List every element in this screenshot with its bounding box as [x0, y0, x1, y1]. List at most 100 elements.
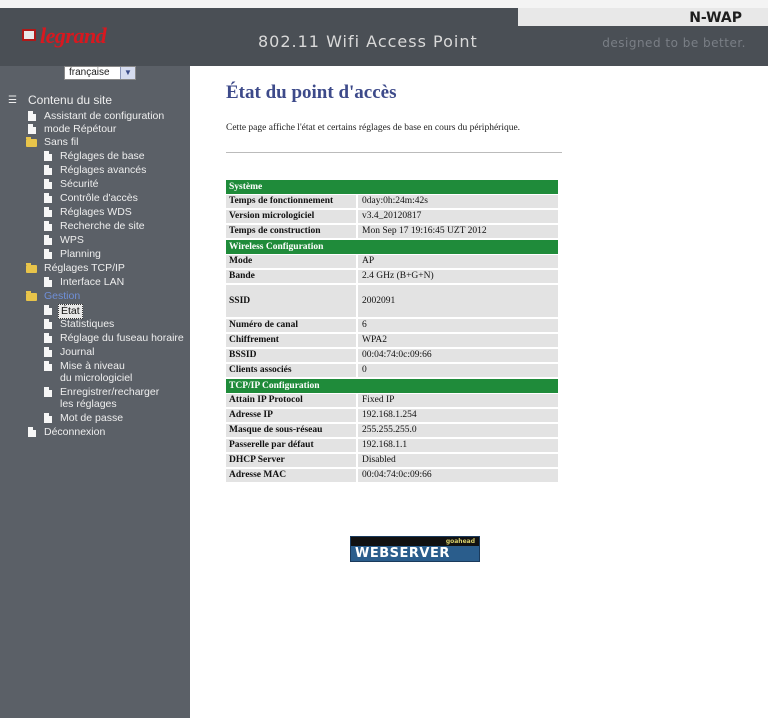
row-label: Temps de fonctionnement [226, 195, 356, 208]
folder-icon [26, 263, 37, 273]
row-label: Numéro de canal [226, 319, 356, 332]
doc-icon [44, 305, 52, 315]
row-value: 00:04:74:0c:09:66 [358, 469, 558, 482]
nav-item-label: Sécurité [60, 178, 99, 190]
doc-icon [28, 124, 36, 134]
row-value: Disabled [358, 454, 558, 467]
nav-item-label: mode Répétour [44, 123, 117, 135]
nav-item-label: du micrologiciel [60, 372, 133, 384]
doc-icon [44, 387, 52, 397]
row-value: 6 [358, 319, 558, 332]
row-value: 0day:0h:24m:42s [358, 195, 558, 208]
table-row: Version micrologiciel v3.4_20120817 [226, 210, 558, 223]
nav-item-label: Réglages de base [60, 150, 145, 162]
doc-icon [44, 165, 52, 175]
language-select-value: française [69, 67, 110, 78]
webserver-badge[interactable]: goahead WEBSERVER [350, 536, 480, 562]
nav-item-label: Réglages WDS [60, 206, 132, 218]
nav-item-label: les réglages [60, 398, 117, 410]
doc-icon [44, 319, 52, 329]
table-row: DHCP Server Disabled [226, 454, 558, 467]
divider [226, 152, 562, 153]
brand-name: legrand [40, 23, 107, 48]
row-value: AP [358, 255, 558, 268]
table-row: Masque de sous-réseau 255.255.255.0 [226, 424, 558, 437]
list-icon: ☰ [8, 95, 17, 106]
section-header-tcpip: TCP/IP Configuration [226, 379, 558, 393]
row-label: Adresse IP [226, 409, 356, 422]
doc-icon [44, 249, 52, 259]
row-label: Chiffrement [226, 334, 356, 347]
nav-item-label: Réglages avancés [60, 164, 147, 176]
doc-icon [44, 333, 52, 343]
row-value: 2.4 GHz (B+G+N) [358, 270, 558, 283]
row-value: 0 [358, 364, 558, 377]
row-value: Fixed IP [358, 394, 558, 407]
table-row: Attain IP Protocol Fixed IP [226, 394, 558, 407]
row-label: Passerelle par défaut [226, 439, 356, 452]
table-row: Passerelle par défaut 192.168.1.1 [226, 439, 558, 452]
section-header-system: Système [226, 180, 558, 194]
main-content: État du point d'accès Cette page affiche… [190, 66, 768, 718]
doc-icon [44, 413, 52, 423]
nav-item-label: Déconnexion [44, 426, 106, 438]
row-label: Clients associés [226, 364, 356, 377]
doc-icon [44, 193, 52, 203]
table-row: Temps de construction Mon Sep 17 19:16:4… [226, 225, 558, 238]
section-header-wireless: Wireless Configuration [226, 240, 558, 254]
doc-icon [28, 111, 36, 121]
nav-item-label: Mot de passe [60, 412, 124, 424]
page-description: Cette page affiche l'état et certains ré… [226, 123, 521, 133]
chevron-down-icon[interactable]: ▼ [120, 67, 135, 79]
doc-icon [44, 221, 52, 231]
row-label: Adresse MAC [226, 469, 356, 482]
language-select[interactable]: française ▼ [64, 66, 136, 80]
nav-item-label: Interface LAN [60, 276, 125, 288]
page-title: État du point d'accès [226, 82, 397, 103]
webserver-badge-topbar: goahead [351, 537, 479, 546]
brand-logo: legrand [22, 23, 122, 48]
doc-icon [44, 361, 52, 371]
nav-item-label: Journal [60, 346, 95, 358]
table-row: SSID 2002091 [226, 285, 558, 317]
row-value: 192.168.1.254 [358, 409, 558, 422]
row-value: WPA2 [358, 334, 558, 347]
doc-icon [28, 427, 36, 437]
row-label: BSSID [226, 349, 356, 362]
webserver-badge-text: WEBSERVER [355, 546, 450, 561]
doc-icon [44, 151, 52, 161]
nav-folder-label: Sans fil [44, 136, 79, 148]
nav-item-label: Contrôle d'accès [60, 192, 138, 204]
folder-icon [26, 137, 37, 147]
doc-icon [44, 207, 52, 217]
row-label: SSID [226, 285, 356, 317]
table-row: Clients associés 0 [226, 364, 558, 377]
nav-folder-label: Réglages TCP/IP [44, 262, 125, 274]
nav-folder-label: Gestion [44, 290, 81, 302]
table-row: Numéro de canal 6 [226, 319, 558, 332]
row-value: v3.4_20120817 [358, 210, 558, 223]
doc-icon [44, 179, 52, 189]
model-name: N-WAP [689, 10, 742, 26]
header-tagline: designed to be better. [602, 36, 746, 50]
row-label: DHCP Server [226, 454, 356, 467]
row-label: Mode [226, 255, 356, 268]
table-row: Temps de fonctionnement 0day:0h:24m:42s [226, 195, 558, 208]
nav-item-label: Recherche de site [60, 220, 145, 232]
table-row: Mode AP [226, 255, 558, 268]
nav-item-label: Assistant de configuration [44, 110, 165, 122]
doc-icon [44, 235, 52, 245]
nav-item-label: Réglage du fuseau horaire [60, 332, 184, 344]
table-row: Bande 2.4 GHz (B+G+N) [226, 270, 558, 283]
table-row: BSSID 00:04:74:0c:09:66 [226, 349, 558, 362]
webserver-badge-vendor: goahead [445, 538, 475, 545]
row-value: 2002091 [358, 285, 558, 317]
table-row: Adresse MAC 00:04:74:0c:09:66 [226, 469, 558, 482]
table-row: Adresse IP 192.168.1.254 [226, 409, 558, 422]
row-label: Version micrologiciel [226, 210, 356, 223]
nav-item-label: Statistiques [60, 318, 115, 330]
row-value: 255.255.255.0 [358, 424, 558, 437]
nav-item-label: WPS [60, 234, 84, 246]
sidebar: française ▼ ☰ Contenu du site Assistant … [0, 66, 190, 718]
nav-item-label-active: État [58, 304, 83, 319]
